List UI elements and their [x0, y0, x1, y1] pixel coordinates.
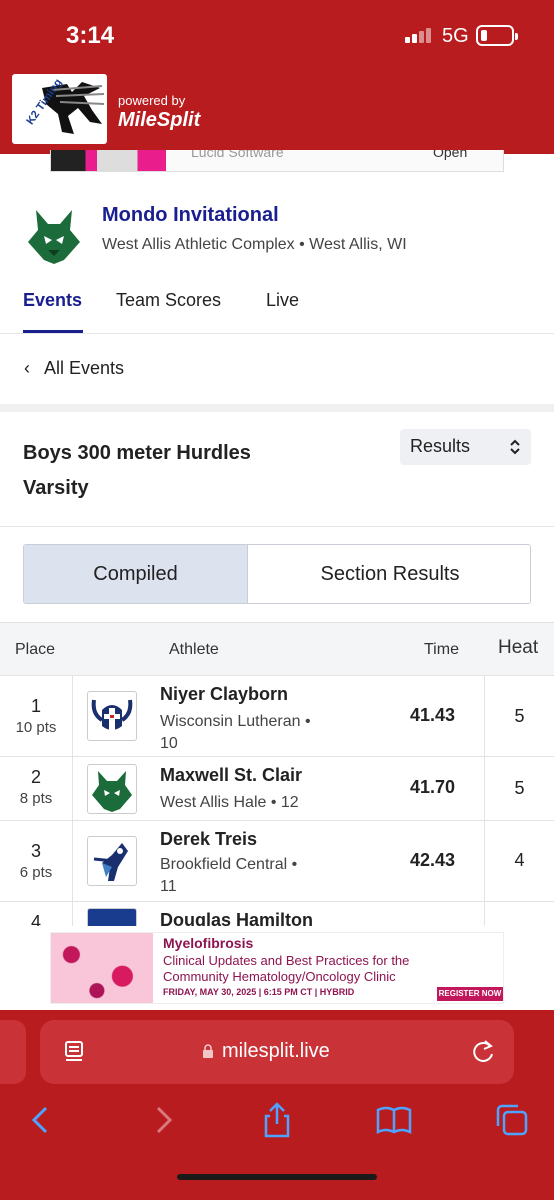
ad-banner[interactable]: Myelofibrosis Clinical Updates and Best …	[50, 932, 504, 1004]
address-bar[interactable]: milesplit.live	[40, 1020, 514, 1084]
meet-title[interactable]: Mondo Invitational	[102, 204, 279, 227]
milesplit-logo[interactable]: MileSplit	[118, 109, 200, 132]
back-icon[interactable]	[24, 1102, 60, 1138]
all-events-link[interactable]: ‹ All Events	[24, 358, 124, 379]
segment-section-results[interactable]: Section Results	[248, 545, 530, 603]
browser-nav	[0, 1102, 554, 1142]
section-divider	[0, 404, 554, 412]
husky-icon	[92, 771, 132, 812]
home-indicator	[177, 1174, 377, 1180]
section-divider	[0, 526, 554, 527]
page-menu-icon[interactable]	[64, 1040, 84, 1064]
status-bar: 3:14 5G	[0, 0, 554, 66]
place-number: 2	[30, 767, 41, 787]
chevron-left-icon: ‹	[24, 358, 30, 378]
bottom-ad[interactable]: Myelofibrosis Clinical Updates and Best …	[0, 926, 554, 1010]
status-time: 3:14	[66, 22, 115, 49]
athlete-team-line1: Wisconsin Lutheran •	[160, 713, 311, 730]
header-heat: Heat	[498, 637, 539, 658]
result-time: 41.70	[410, 777, 456, 797]
result-time: 42.43	[410, 850, 456, 870]
place-number: 1	[30, 696, 41, 716]
lock-icon	[203, 1044, 213, 1058]
app-header: K2 Timing powered by MileSplit	[0, 66, 554, 154]
heat-number: 5	[484, 757, 554, 820]
ad-image	[51, 933, 153, 1003]
top-ad-banner[interactable]: Lucid Software Open	[50, 150, 504, 172]
table-row[interactable]: 1 10 pts Niyer Clayborn Wisconsin Luther…	[0, 675, 554, 756]
athlete-grade: 10	[160, 735, 178, 752]
segment-compiled[interactable]: Compiled	[24, 545, 248, 603]
meet-tabs: Events Team Scores Live	[0, 278, 554, 334]
all-events-label: All Events	[44, 358, 125, 378]
results-segmented-control: Compiled Section Results	[23, 544, 531, 604]
tab-live[interactable]: Live	[266, 290, 299, 311]
place-points: 8 pts	[19, 790, 53, 807]
battery-icon	[476, 25, 518, 46]
event-title-line1: Boys 300 meter Hurdles	[23, 442, 251, 464]
knight-icon	[93, 843, 128, 881]
athlete-team: Brookfield Central • 11	[160, 854, 340, 898]
powered-by-label: powered by	[118, 93, 186, 108]
results-view-select[interactable]: Results	[400, 429, 531, 465]
place-cell: 3 6 pts	[0, 821, 73, 901]
place-points: 10 pts	[15, 719, 57, 736]
viking-helmet-icon	[91, 699, 133, 730]
place-cell: 1 10 pts	[0, 676, 73, 756]
results-table-header: Place Athlete Time Heat	[0, 622, 554, 675]
team-logo	[87, 836, 137, 886]
ad-headline: Myelofibrosis	[163, 935, 254, 951]
tabs-icon[interactable]	[494, 1102, 530, 1138]
heat-number: 4	[484, 821, 554, 901]
table-row[interactable]: 3 6 pts Derek Treis Brookfield Central •…	[0, 820, 554, 901]
athlete-team: Wisconsin Lutheran • 10	[160, 711, 340, 755]
place-number: 3	[30, 841, 41, 861]
browser-toolbar: milesplit.live	[0, 1010, 554, 1200]
tab-events[interactable]: Events	[23, 290, 82, 311]
header-place: Place	[15, 641, 56, 658]
event-title: Boys 300 meter Hurdles Varsity	[23, 436, 323, 506]
reload-icon[interactable]	[470, 1038, 496, 1066]
ad-image	[51, 150, 166, 171]
results-view-value: Results	[410, 436, 471, 456]
ad-open-button[interactable]: Open	[433, 150, 467, 160]
athlete-name[interactable]: Niyer Clayborn	[160, 684, 288, 705]
signal-icon	[405, 28, 431, 43]
team-logo	[87, 764, 137, 814]
share-icon[interactable]	[259, 1102, 295, 1138]
athlete-name[interactable]: Derek Treis	[160, 829, 257, 850]
ad-subline: Clinical Updates and Best Practices for …	[163, 953, 410, 984]
meet-team-logo	[28, 210, 80, 264]
tab-team-scores[interactable]: Team Scores	[116, 290, 221, 311]
header-time: Time	[424, 641, 459, 658]
team-logo	[87, 691, 137, 741]
header-athlete: Athlete	[169, 641, 219, 658]
athlete-grade: 11	[160, 878, 177, 895]
chevron-updown-icon	[510, 439, 520, 455]
ad-register-button[interactable]: REGISTER NOW	[437, 987, 503, 1001]
athlete-team-line1: Brookfield Central •	[160, 856, 298, 873]
athlete-name[interactable]: Maxwell St. Clair	[160, 765, 302, 786]
network-label: 5G	[442, 25, 469, 47]
place-points: 6 pts	[19, 864, 53, 881]
athlete-team: West Allis Hale • 12	[160, 794, 299, 811]
table-row[interactable]: 2 8 pts Maxwell St. Clair West Allis Hal…	[0, 756, 554, 820]
event-title-line2: Varsity	[23, 477, 89, 499]
bookmarks-icon[interactable]	[376, 1102, 412, 1138]
k2-timing-logo[interactable]: K2 Timing	[12, 74, 107, 144]
forward-icon[interactable]	[144, 1102, 180, 1138]
active-tab-indicator	[23, 330, 83, 333]
ad-advertiser: Lucid Software	[191, 150, 284, 160]
url-text[interactable]: milesplit.live	[222, 1040, 330, 1063]
result-time: 41.43	[410, 705, 456, 725]
meet-location: West Allis Athletic Complex • West Allis…	[102, 236, 407, 253]
previous-tab-preview[interactable]	[0, 1020, 26, 1084]
place-cell: 2 8 pts	[0, 757, 73, 820]
heat-number: 5	[484, 676, 554, 756]
ad-date: FRIDAY, MAY 30, 2025 | 6:15 PM CT | HYBR…	[163, 987, 355, 997]
